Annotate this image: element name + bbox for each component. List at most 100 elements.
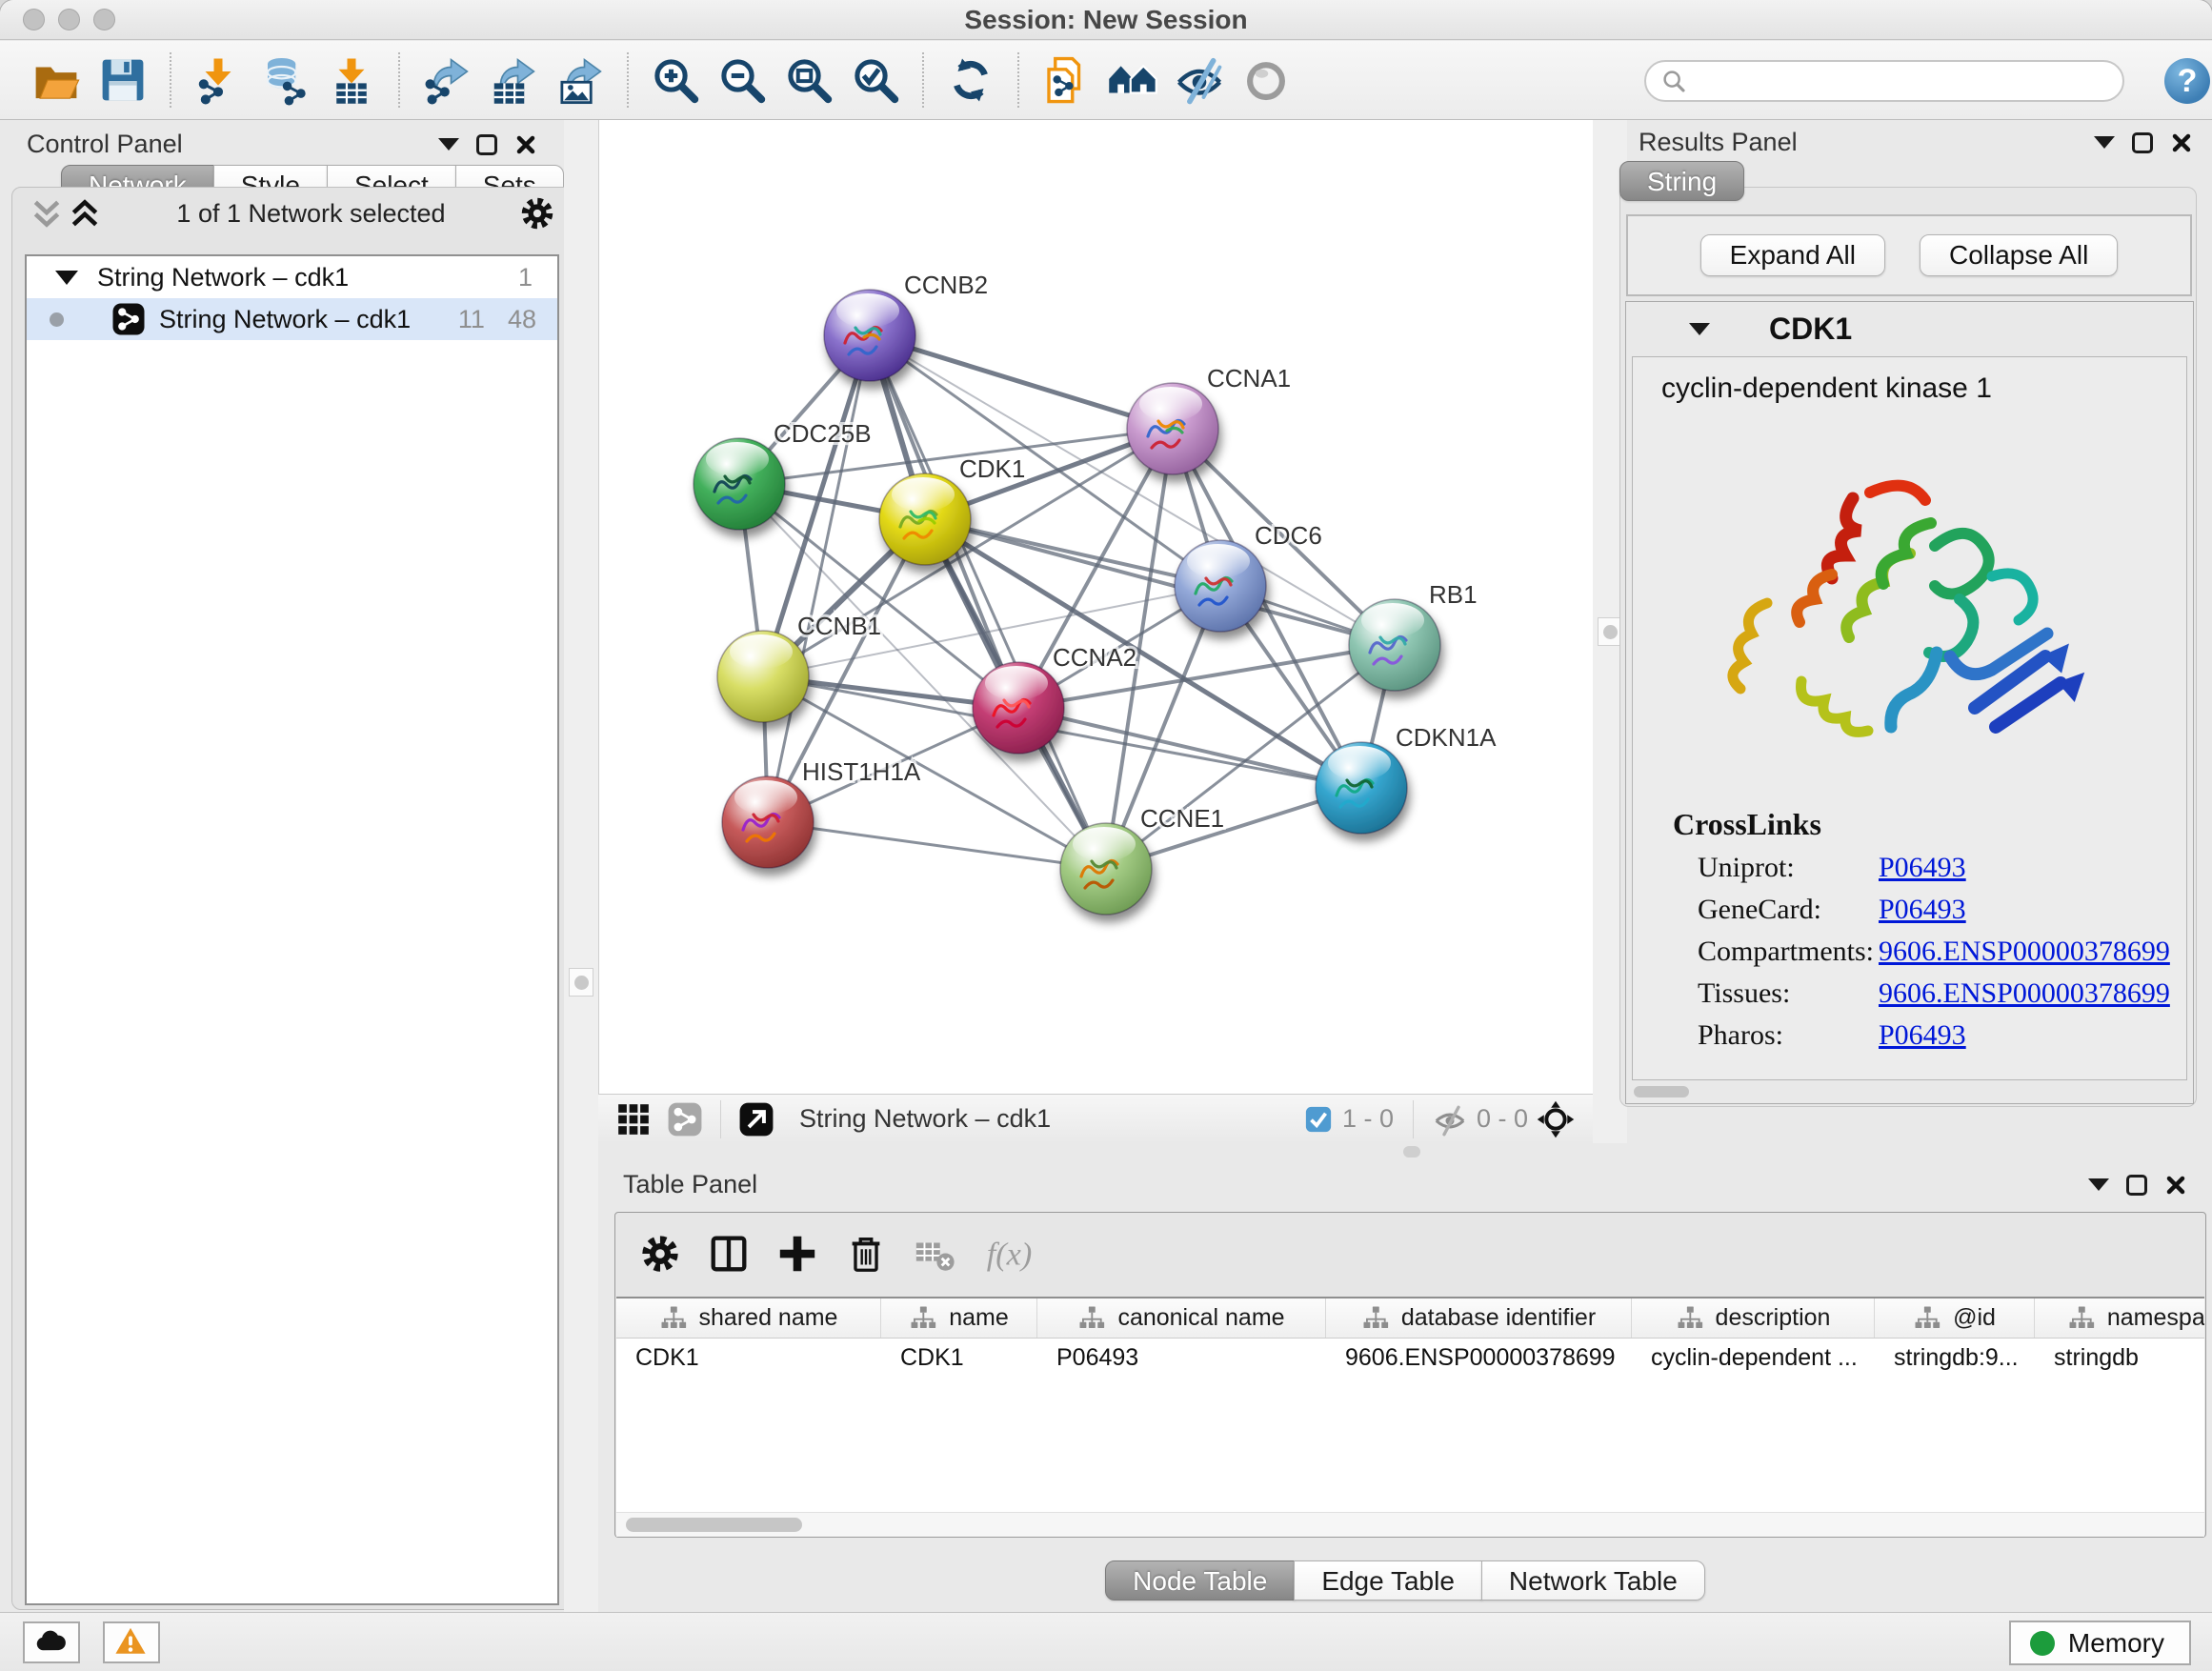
network-edge[interactable]: [870, 335, 1173, 429]
import-table-icon[interactable]: [326, 54, 377, 106]
column-header-database-identifier[interactable]: database identifier: [1326, 1299, 1632, 1338]
maximize-window-button[interactable]: [93, 9, 115, 30]
close-panel-icon[interactable]: [514, 133, 537, 156]
network-options-gear-icon[interactable]: [518, 194, 556, 232]
network-edge[interactable]: [1018, 708, 1361, 788]
birdseye-view-icon[interactable]: [615, 1101, 652, 1137]
zoom-out-icon[interactable]: [716, 54, 768, 106]
table-cell[interactable]: stringdb:9...: [1875, 1339, 2035, 1377]
crosslink-link[interactable]: 9606.ENSP00000378699: [1879, 936, 2170, 968]
hidden-eye-icon[interactable]: [1433, 1102, 1467, 1137]
apply-layout-icon[interactable]: [945, 54, 996, 106]
network-edge[interactable]: [925, 519, 1395, 645]
add-column-icon[interactable]: [775, 1232, 819, 1276]
string-actions-icon[interactable]: [667, 1101, 703, 1137]
horizontal-splitter-knob[interactable]: [1403, 1146, 1420, 1158]
collapse-all-button[interactable]: Collapse All: [1920, 234, 2118, 276]
tab-edge-table[interactable]: Edge Table: [1294, 1560, 1482, 1601]
minimize-window-button[interactable]: [58, 9, 80, 30]
close-window-button[interactable]: [23, 9, 45, 30]
search-input[interactable]: [1688, 64, 2122, 98]
open-in-browser-icon[interactable]: [738, 1101, 774, 1137]
network-edge[interactable]: [768, 335, 870, 822]
collection-expander-icon[interactable]: [55, 271, 78, 285]
delete-column-icon[interactable]: [844, 1232, 888, 1276]
left-splitter[interactable]: [564, 120, 598, 1612]
table-cell[interactable]: cyclin-dependent ...: [1632, 1339, 1875, 1377]
network-node-hist1h1a[interactable]: HIST1H1A: [722, 757, 921, 868]
column-header-namespace[interactable]: namespace: [2035, 1299, 2204, 1338]
show-all-icon[interactable]: [1240, 54, 1292, 106]
function-builder-icon[interactable]: f(x): [981, 1232, 1057, 1276]
network-node-cdc25b[interactable]: CDC25B: [694, 419, 872, 530]
crosslink-link[interactable]: 9606.ENSP00000378699: [1879, 977, 2170, 1010]
network-row[interactable]: String Network – cdk1 11 48: [27, 298, 557, 340]
node-details-header[interactable]: CDK1: [1626, 302, 2193, 355]
open-session-icon[interactable]: [30, 54, 82, 106]
crosslink-link[interactable]: P06493: [1879, 852, 1966, 884]
export-table-icon[interactable]: [488, 54, 539, 106]
tab-node-table[interactable]: Node Table: [1105, 1560, 1295, 1601]
column-header--id[interactable]: @id: [1875, 1299, 2035, 1338]
horizontal-splitter[interactable]: [598, 1143, 2212, 1160]
left-splitter-knob[interactable]: [569, 968, 593, 997]
panel-menu-icon[interactable]: [2094, 136, 2115, 149]
collapse-all-icon[interactable]: [28, 194, 66, 232]
table-cell[interactable]: CDK1: [881, 1339, 1037, 1377]
network-node-rb1[interactable]: RB1: [1349, 580, 1478, 691]
network-collection-row[interactable]: String Network – cdk1 1: [27, 256, 557, 298]
float-panel-icon[interactable]: [476, 134, 497, 155]
first-neighbors-icon[interactable]: [1107, 54, 1158, 106]
float-panel-icon[interactable]: [2132, 132, 2153, 153]
zoom-fit-icon[interactable]: [783, 54, 835, 106]
network-from-selection-icon[interactable]: [1040, 54, 1092, 106]
table-cell[interactable]: stringdb: [2035, 1339, 2204, 1377]
save-session-icon[interactable]: [97, 54, 149, 106]
memory-button[interactable]: Memory: [2009, 1621, 2191, 1665]
hide-selected-icon[interactable]: [1174, 54, 1225, 106]
panel-menu-icon[interactable]: [438, 138, 459, 151]
table-cell[interactable]: 9606.ENSP00000378699: [1326, 1339, 1632, 1377]
import-network-icon[interactable]: [192, 54, 244, 106]
column-header-description[interactable]: description: [1632, 1299, 1875, 1338]
close-panel-icon[interactable]: [2170, 131, 2193, 154]
crosslink-link[interactable]: P06493: [1879, 894, 1966, 926]
network-node-ccna1[interactable]: CCNA1: [1127, 364, 1291, 474]
help-button[interactable]: ?: [2164, 58, 2210, 104]
collapse-entry-icon[interactable]: [1689, 323, 1710, 335]
zoom-in-icon[interactable]: [650, 54, 701, 106]
entry-scrollbar-stub[interactable]: [1634, 1086, 1689, 1097]
network-node-cdkn1a[interactable]: CDKN1A: [1316, 723, 1497, 834]
tab-string[interactable]: String: [1619, 161, 1744, 201]
selected-checkbox-icon[interactable]: [1304, 1105, 1333, 1134]
network-node-ccnb1[interactable]: CCNB1: [717, 612, 881, 722]
expand-all-icon[interactable]: [66, 194, 104, 232]
export-network-icon[interactable]: [421, 54, 473, 106]
tab-network-table[interactable]: Network Table: [1481, 1560, 1705, 1601]
network-node-cdk1[interactable]: CDK1: [879, 454, 1025, 565]
cloud-status-button[interactable]: [23, 1621, 80, 1663]
close-panel-icon[interactable]: [2164, 1174, 2187, 1197]
network-node-cdc6[interactable]: CDC6: [1175, 521, 1322, 632]
table-cell[interactable]: CDK1: [616, 1339, 881, 1377]
navigator-crosshair-icon[interactable]: [1536, 1099, 1576, 1139]
table-cell[interactable]: P06493: [1037, 1339, 1326, 1377]
network-edge[interactable]: [768, 822, 1106, 869]
network-edge[interactable]: [870, 335, 1106, 869]
column-header-shared-name[interactable]: shared name: [616, 1299, 881, 1338]
zoom-selected-icon[interactable]: [850, 54, 901, 106]
panel-menu-icon[interactable]: [2088, 1178, 2109, 1191]
show-columns-icon[interactable]: [707, 1232, 751, 1276]
float-panel-icon[interactable]: [2126, 1175, 2147, 1196]
table-options-gear-icon[interactable]: [638, 1232, 682, 1276]
crosslink-link[interactable]: P06493: [1879, 1019, 1966, 1052]
column-header-name[interactable]: name: [881, 1299, 1037, 1338]
table-row[interactable]: CDK1CDK1P064939606.ENSP00000378699cyclin…: [616, 1339, 2204, 1377]
export-image-icon[interactable]: [554, 54, 606, 106]
expand-all-button[interactable]: Expand All: [1700, 234, 1885, 276]
import-database-icon[interactable]: [259, 54, 311, 106]
scrollbar-thumb[interactable]: [626, 1518, 802, 1532]
warnings-button[interactable]: [103, 1621, 160, 1663]
table-horizontal-scrollbar[interactable]: [616, 1512, 2204, 1537]
column-header-canonical-name[interactable]: canonical name: [1037, 1299, 1326, 1338]
